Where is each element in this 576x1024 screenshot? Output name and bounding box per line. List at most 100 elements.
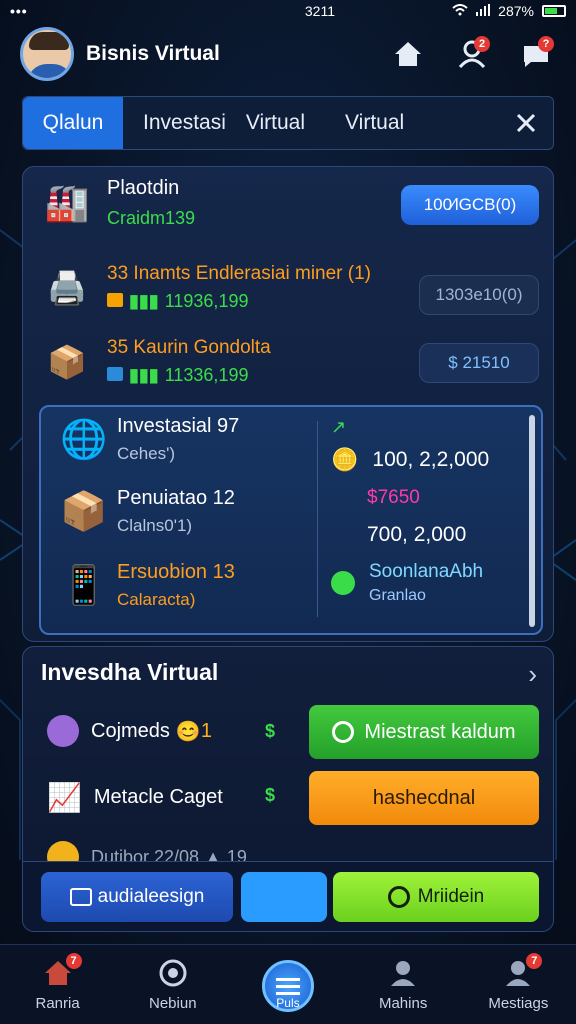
investment-item-3[interactable]: 📱 Ersuobion 13 Calaracta) <box>51 561 235 610</box>
trend-marker: ↗ <box>331 417 347 437</box>
lime-action-button[interactable]: Mriidein <box>333 872 539 922</box>
nav-home-label: Ranria <box>35 995 80 1012</box>
nav-item-home[interactable]: 7 Ranria <box>0 945 115 1024</box>
tab-virtual-2[interactable]: Virtual <box>325 97 424 149</box>
coin-icon: 🪙 <box>331 447 359 472</box>
nav-item-stats[interactable]: Nebiun <box>115 945 230 1024</box>
phone-money-icon: 📱 <box>60 564 108 607</box>
app-title: Bisnis Virtual <box>86 42 220 65</box>
smile-icon: 😊 <box>175 720 201 743</box>
divider <box>317 421 318 617</box>
printer-icon: 🖨️ <box>47 269 87 306</box>
app-header: Bisnis Virtual 2 ? <box>0 22 576 86</box>
virtual-row-1-suffix: 1 <box>200 719 212 742</box>
virtual-investment-panel: Invesdha Virtual › Cojmeds 😊 1 $ 📈 Metac… <box>22 646 554 932</box>
nav-messages-badge: 7 <box>526 953 543 969</box>
virtual-row-1[interactable]: Cojmeds 😊 1 <box>47 715 212 747</box>
virtual-row-1-dollar: $ <box>265 721 276 741</box>
summary-sub: Craidm139 <box>107 208 196 228</box>
person-icon <box>387 957 419 989</box>
close-button[interactable] <box>499 96 553 150</box>
investment-item-1-title: Investasial 97 <box>117 415 240 437</box>
scrollbar[interactable] <box>529 415 535 627</box>
amount-2: 700, 2,000 <box>367 523 467 546</box>
search-icon <box>387 886 410 908</box>
link-row[interactable]: SoonlanaAbh Granlao <box>331 561 483 605</box>
business-row-2-pill[interactable]: $ 21510 <box>419 343 539 383</box>
nav-messages-label: Mestiags <box>488 995 549 1012</box>
tab-bar: Qlalun Investasi Virtual Virtual <box>22 96 554 150</box>
green-action-button[interactable]: Miestrast kaldum <box>309 705 539 759</box>
action-bar: audialeesign Mriidein <box>23 861 553 931</box>
investment-item-3-sub: Calaracta) <box>117 590 196 609</box>
cyan-action-button[interactable] <box>241 872 327 922</box>
business-row-2: 📦 35 Kaurin Gondolta ▮▮▮ 11336,199 <box>37 337 271 386</box>
avatar[interactable] <box>20 27 74 81</box>
battery-icon <box>541 5 566 17</box>
investment-item-3-title: Ersuobion 13 <box>117 561 235 583</box>
messages-button[interactable]: ? <box>516 34 556 74</box>
virtual-row-2-dollar: $ <box>265 785 276 805</box>
lime-action-label: Mriidein <box>417 886 485 907</box>
profile-button[interactable]: 2 <box>452 34 492 74</box>
home-icon <box>395 42 421 66</box>
home-button[interactable] <box>388 34 428 74</box>
orange-action-button[interactable]: hashecdnal <box>309 771 539 825</box>
tab-virtual[interactable]: Virtual <box>246 97 325 149</box>
close-icon <box>516 113 536 133</box>
link-sub: Granlao <box>369 587 426 604</box>
investment-item-2-sub: Clalns0'1) <box>117 516 193 535</box>
tab-investasi[interactable]: Investasi <box>123 97 246 149</box>
nav-home-badge: 7 <box>65 953 82 969</box>
investment-item-2[interactable]: 📦 Penuiatao 12 Clalns0'1) <box>51 487 235 536</box>
growth-chart-icon: 📈 <box>47 782 82 813</box>
summary-button[interactable]: 100∕lGCB(0) <box>401 185 539 225</box>
badge-purple-icon <box>47 715 79 747</box>
investment-item-2-title: Penuiatao 12 <box>117 487 235 509</box>
investment-item-1[interactable]: 🌐 Investasial 97 Cehes') <box>51 415 239 464</box>
status-right: 287% <box>452 3 566 19</box>
signal-icon <box>476 3 491 19</box>
chevron-right-icon[interactable]: › <box>528 659 537 690</box>
price-value: $7650 <box>367 487 420 508</box>
business-row-1-pill[interactable]: 1303e10(0) <box>419 275 539 315</box>
package-icon: 📦 <box>60 490 108 533</box>
virtual-row-2[interactable]: 📈 Metacle Caget <box>47 781 223 814</box>
nav-stats-label: Nebiun <box>149 995 197 1012</box>
messages-icon: 7 <box>502 953 543 989</box>
nav-profile-label: Mahins <box>378 995 428 1012</box>
virtual-row-2-label: Metacle Caget <box>93 786 223 808</box>
nav-item-messages[interactable]: 7 Mestiags <box>461 945 576 1024</box>
link-title: SoonlanaAbh <box>369 561 484 582</box>
globe-icon: 🌐 <box>60 418 108 461</box>
investment-box: 🌐 Investasial 97 Cehes') 📦 Penuiatao 12 … <box>39 405 543 635</box>
nav-item-profile[interactable]: Mahins <box>346 945 461 1024</box>
summary-name: Plaotdin <box>107 177 180 199</box>
status-time: 3211 <box>304 3 335 19</box>
home-icon: 7 <box>42 953 82 989</box>
nav-item-center[interactable]: Puls <box>230 945 345 1024</box>
chart-bars-icon: ▮▮▮ <box>129 291 159 311</box>
business-row-2-value: 11336,199 <box>164 365 249 385</box>
battery-percent: 287% <box>498 3 534 19</box>
amount-1: 100, 2,2,000 <box>372 448 490 471</box>
price-row: $7650 <box>367 487 420 509</box>
blue-action-button[interactable]: audialeesign <box>41 872 233 922</box>
status-bar: ••• 3211 287% <box>0 0 576 22</box>
wallet-icon <box>107 367 123 381</box>
bottom-nav: 7 Ranria Nebiun Puls Mahins 7 Mestiags <box>0 944 576 1024</box>
messages-badge: ? <box>538 36 554 52</box>
notifications-badge: 2 <box>474 36 490 52</box>
target-icon <box>157 957 189 989</box>
wifi-icon <box>452 3 468 19</box>
tab-search[interactable]: Qlalun <box>23 97 123 149</box>
card-icon <box>69 888 92 906</box>
green-button-label: Miestrast kaldum <box>364 720 516 743</box>
chart-bars-icon: ▮▮▮ <box>129 365 159 385</box>
cash-icon <box>107 293 123 307</box>
blue-action-label: audialeesign <box>97 886 205 907</box>
orange-button-label: hashecdnal <box>372 786 476 809</box>
virtual-panel-title: Invesdha Virtual <box>41 659 219 685</box>
status-dot-icon <box>331 571 355 595</box>
business-row-1-title: 33 Inamts Endlerasiai miner (1) <box>107 263 371 284</box>
